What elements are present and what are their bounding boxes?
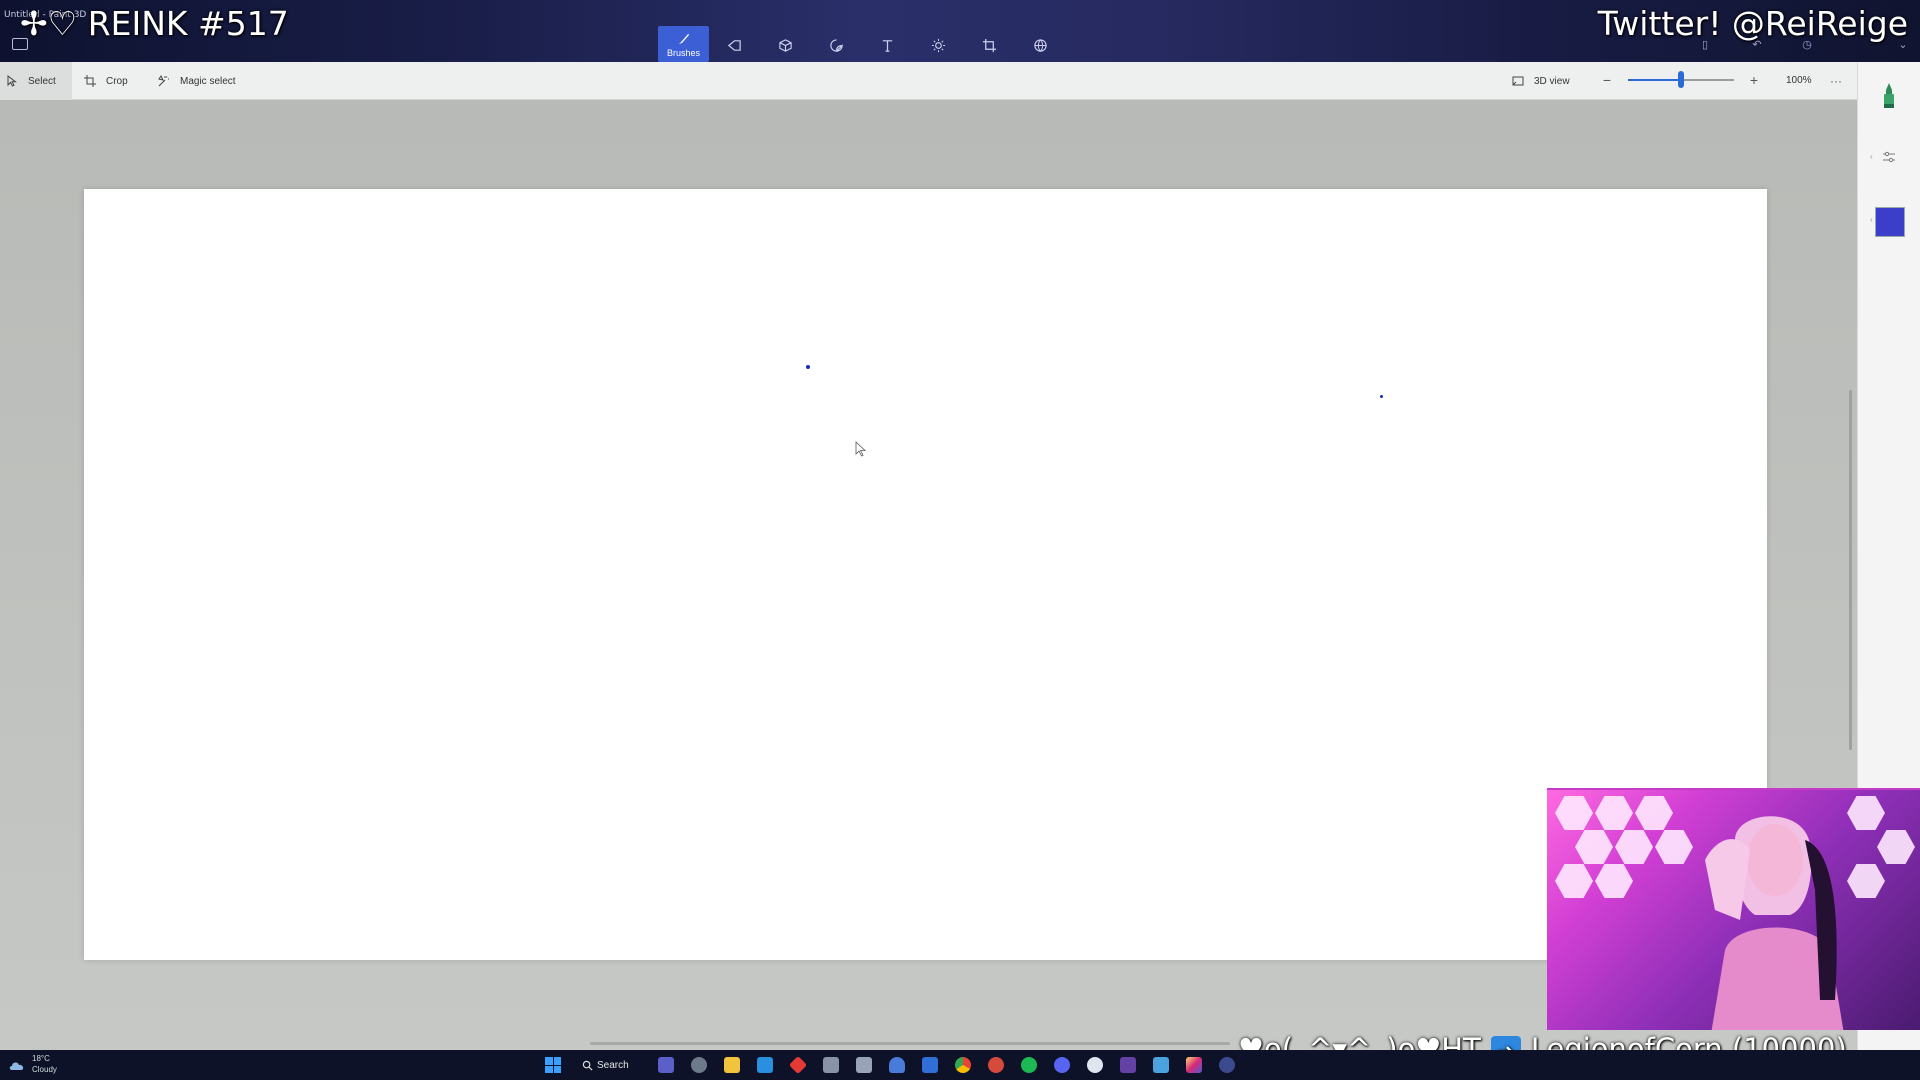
taskbar-file-explorer-icon[interactable]	[724, 1057, 740, 1073]
windows-logo-icon	[545, 1065, 553, 1073]
stream-title-overlay: ✢♡ REINK #517	[20, 4, 289, 43]
hex-light	[1575, 830, 1613, 864]
search-label: Search	[597, 1059, 629, 1071]
crop-icon	[84, 75, 96, 87]
3d-view-button[interactable]: 3D view	[1512, 62, 1570, 100]
windows-logo-icon	[553, 1065, 561, 1073]
social-handle-overlay: Twitter! @ReiReige	[1597, 4, 1908, 43]
zoom-slider-thumb[interactable]	[1678, 71, 1684, 88]
hex-light	[1595, 796, 1633, 830]
start-button[interactable]	[545, 1057, 561, 1073]
more-options-button[interactable]: ···	[1830, 62, 1842, 100]
brush-icon	[678, 33, 690, 43]
settings-sliders-icon[interactable]	[1882, 150, 1896, 164]
select-label: Select	[28, 75, 56, 87]
weather-desc: Cloudy	[32, 1065, 57, 1074]
hex-light	[1615, 830, 1653, 864]
taskbar-discord-icon[interactable]	[1054, 1057, 1070, 1073]
cursor-icon	[855, 441, 867, 457]
webcam-overlay	[1547, 788, 1920, 1030]
tab-3d-library[interactable]	[1015, 28, 1066, 62]
tab-effects[interactable]	[913, 28, 964, 62]
taskbar-calculator-icon[interactable]	[856, 1057, 872, 1073]
pointer-icon	[7, 75, 17, 87]
magic-select-label: Magic select	[180, 75, 236, 87]
taskbar-chat-icon[interactable]	[658, 1057, 674, 1073]
taskbar-settings-icon[interactable]	[691, 1057, 707, 1073]
3d-view-label: 3D view	[1534, 75, 1570, 87]
zoom-slider-fill	[1628, 79, 1679, 81]
horizontal-scrollbar[interactable]	[590, 1042, 1230, 1045]
zoom-out-button[interactable]: −	[1600, 73, 1614, 88]
select-button[interactable]: Select	[0, 62, 72, 100]
hex-light	[1635, 796, 1673, 830]
crop-button[interactable]: Crop	[84, 62, 128, 100]
taskbar-search[interactable]: Search	[582, 1055, 629, 1075]
taskbar-spotify-icon[interactable]	[1021, 1057, 1037, 1073]
marker-icon[interactable]	[1880, 82, 1898, 110]
zoom-level: 100%	[1786, 75, 1812, 86]
taskbar-app-icon[interactable]	[1219, 1057, 1235, 1073]
taskbar: 18°C Cloudy Search	[0, 1050, 1920, 1080]
search-icon	[582, 1060, 593, 1071]
taskbar-browser-icon[interactable]	[988, 1057, 1004, 1073]
tab-brushes[interactable]: Brushes	[658, 26, 709, 62]
taskbar-twitch-icon[interactable]	[1120, 1057, 1136, 1073]
hex-light	[1595, 864, 1633, 898]
3d-view-icon	[1512, 76, 1524, 86]
brush-stroke-dot	[806, 365, 810, 369]
taskbar-notepad-icon[interactable]	[922, 1057, 938, 1073]
effects-icon	[931, 38, 946, 52]
3d-library-icon	[1034, 38, 1047, 52]
taskbar-steam-icon[interactable]	[1087, 1057, 1103, 1073]
taskbar-instagram-icon[interactable]	[1186, 1057, 1202, 1073]
taskbar-app-icon[interactable]	[1153, 1057, 1169, 1073]
text-icon	[882, 39, 893, 52]
drawing-canvas[interactable]	[84, 189, 1767, 960]
zoom-in-button[interactable]: +	[1747, 73, 1761, 88]
hex-light	[1847, 864, 1885, 898]
tab-stickers[interactable]	[811, 28, 862, 62]
tab-3d-shapes[interactable]	[760, 28, 811, 62]
windows-logo-icon	[553, 1057, 561, 1065]
3d-shapes-icon	[779, 38, 792, 52]
crop-label: Crop	[106, 75, 128, 87]
magic-select-button[interactable]: Magic select	[158, 62, 236, 100]
magic-select-icon	[158, 75, 169, 87]
cloud-icon[interactable]	[8, 1059, 26, 1071]
taskbar-paint3d-icon[interactable]	[889, 1057, 905, 1073]
stickers-icon	[830, 38, 843, 52]
canvas-toolbar: Select Crop Magic select 3D view − + 100…	[0, 62, 1857, 100]
hex-light	[1555, 864, 1593, 898]
hex-light	[1555, 796, 1593, 830]
hex-light	[1655, 830, 1693, 864]
tab-canvas[interactable]	[964, 28, 1015, 62]
weather-temp: 18°C	[32, 1054, 50, 1063]
taskbar-chrome-icon[interactable]	[955, 1057, 971, 1073]
vertical-scrollbar[interactable]	[1849, 390, 1852, 750]
taskbar-app-icon[interactable]	[788, 1055, 808, 1075]
streamer-silhouette	[1705, 816, 1844, 1030]
tab-brushes-label: Brushes	[666, 47, 701, 58]
tab-text[interactable]	[862, 28, 913, 62]
chevron-left-icon[interactable]: ‹	[1870, 152, 1873, 161]
brush-stroke-dot	[1380, 395, 1383, 398]
current-color-swatch[interactable]	[1875, 207, 1905, 237]
2d-shapes-icon	[727, 39, 741, 51]
hex-light	[1847, 796, 1885, 830]
taskbar-store-icon[interactable]	[757, 1057, 773, 1073]
tab-2d-shapes[interactable]	[709, 28, 760, 62]
chevron-left-icon[interactable]: ‹	[1870, 215, 1873, 224]
taskbar-camera-icon[interactable]	[823, 1057, 839, 1073]
windows-logo-icon	[545, 1057, 553, 1065]
hex-light	[1877, 830, 1915, 864]
canvas-icon	[982, 38, 997, 52]
top-ribbon: Untitled - Paint 3D Brushes ▯ ↶ ◷ ⌄ ✢♡ R…	[0, 0, 1920, 62]
